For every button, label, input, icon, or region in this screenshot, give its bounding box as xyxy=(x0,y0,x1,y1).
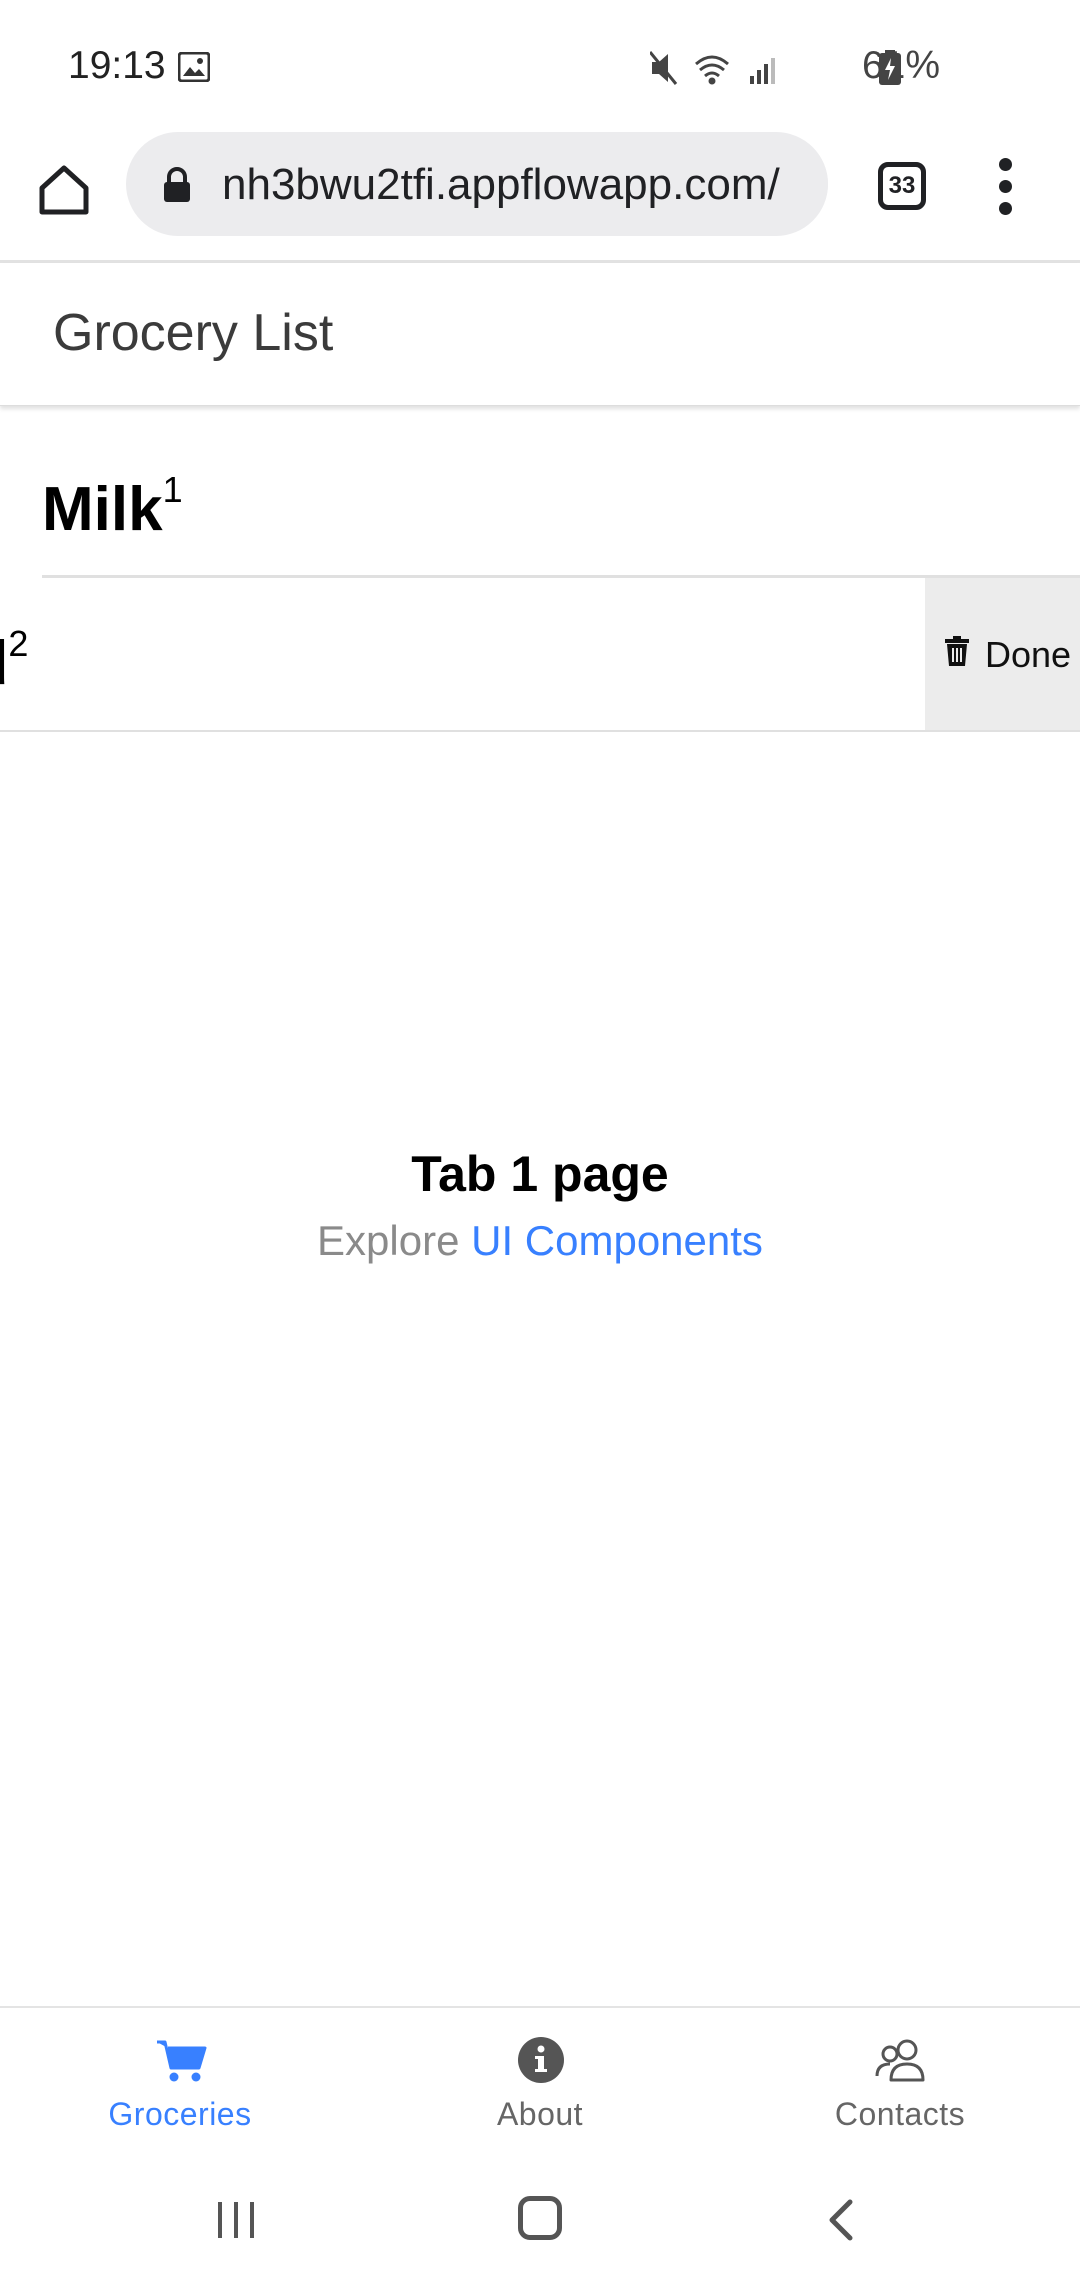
nav-home-icon[interactable] xyxy=(518,2196,562,2240)
lock-icon xyxy=(164,167,190,202)
ui-components-link[interactable]: UI Components xyxy=(471,1217,763,1264)
recent-apps-icon[interactable] xyxy=(214,2200,258,2240)
status-bar: 19:13 61% xyxy=(0,0,1080,130)
battery-charging-icon xyxy=(879,50,901,85)
app-header: Grocery List xyxy=(0,263,1080,406)
tab-contacts[interactable]: Contacts xyxy=(720,2008,1080,2158)
item-quantity: 1 xyxy=(162,469,183,511)
tab-bar: Groceries About Contacts xyxy=(0,2006,1080,2160)
tab-label: Contacts xyxy=(834,2096,966,2132)
trash-icon xyxy=(945,636,969,666)
system-nav-bar xyxy=(0,2158,1080,2280)
item-name: ad2 xyxy=(0,623,28,699)
done-label: Done xyxy=(985,634,1072,675)
item-name: Milk1 xyxy=(42,469,183,544)
info-icon xyxy=(518,2037,564,2083)
people-icon xyxy=(875,2039,925,2082)
home-icon[interactable] xyxy=(34,160,94,220)
more-vert-icon[interactable] xyxy=(988,156,1024,216)
signal-icon xyxy=(750,58,775,84)
list-item[interactable]: ad2 Done xyxy=(0,578,1080,732)
tab-switcher-button[interactable]: 33 xyxy=(878,162,926,210)
tab-label: About xyxy=(496,2096,584,2132)
tab-groceries[interactable]: Groceries xyxy=(0,2008,360,2158)
explore-prefix: Explore xyxy=(317,1217,460,1264)
browser-toolbar: nh3bwu2tfi.appflowapp.com/ 33 xyxy=(0,130,1080,263)
wifi-icon xyxy=(695,55,729,85)
done-button[interactable]: Done xyxy=(925,578,1080,730)
connectivity-icons xyxy=(650,51,775,85)
tab-about[interactable]: About xyxy=(360,2008,720,2158)
page-title: Grocery List xyxy=(53,304,334,362)
url-fade xyxy=(798,132,828,236)
back-icon[interactable] xyxy=(826,2198,856,2242)
address-bar[interactable]: nh3bwu2tfi.appflowapp.com/ xyxy=(126,132,828,236)
tab-label: Groceries xyxy=(108,2096,252,2132)
tab-page-title: Tab 1 page xyxy=(411,1146,669,1202)
explore-container: Tab 1 page Explore UI Components xyxy=(0,1145,1080,1265)
explore-text: Explore UI Components xyxy=(0,1217,1080,1265)
cart-icon xyxy=(157,2040,207,2082)
url-text: nh3bwu2tfi.appflowapp.com/ xyxy=(222,160,780,209)
list-item[interactable]: Milk1 xyxy=(0,406,1080,578)
status-time: 19:13 xyxy=(68,44,166,87)
page: 19:13 61% xyxy=(0,0,1080,2280)
item-quantity: 2 xyxy=(8,623,29,665)
mute-icon xyxy=(650,51,678,85)
gallery-icon xyxy=(178,52,210,82)
